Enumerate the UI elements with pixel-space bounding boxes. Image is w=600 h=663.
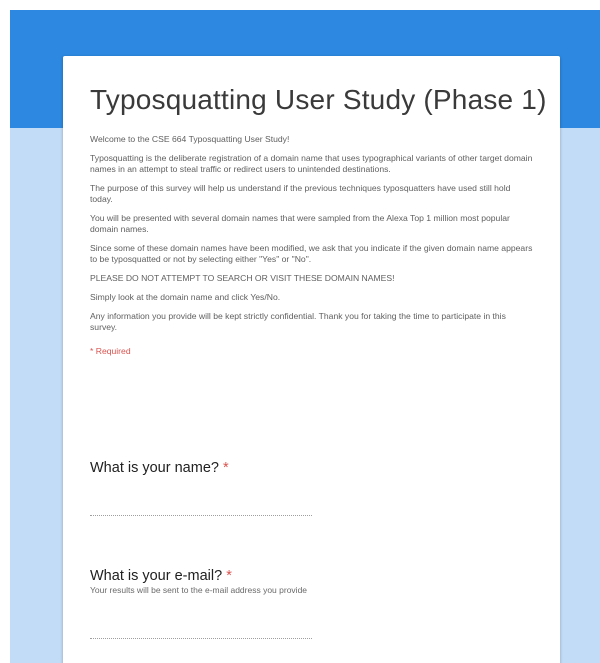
required-asterisk: * — [222, 460, 229, 476]
required-note: * Required — [90, 346, 131, 356]
question-label: What is your e-mail? — [90, 568, 223, 584]
description-paragraph: Welcome to the CSE 664 Typosquatting Use… — [90, 134, 290, 144]
description-paragraph: Simply look at the domain name and click… — [90, 292, 281, 302]
question-name: What is your name? * — [90, 460, 229, 476]
question-email: What is your e-mail? * Your results will… — [90, 568, 307, 595]
question-title: What is your e-mail? * — [90, 568, 307, 584]
question-help-text: Your results will be sent to the e-mail … — [90, 585, 308, 595]
form-title: Typosquatting User Study (Phase 1) — [90, 84, 547, 115]
page-background: Typosquatting User Study (Phase 1) Welco… — [10, 10, 600, 663]
email-input[interactable] — [90, 624, 312, 639]
description-paragraph: You will be presented with several domai… — [90, 213, 510, 234]
form-card: Typosquatting User Study (Phase 1) Welco… — [63, 56, 560, 663]
form-description: Welcome to the CSE 664 Typosquatting Use… — [90, 134, 534, 333]
description-paragraph: The purpose of this survey will help us … — [90, 183, 511, 204]
description-paragraph: Typosquatting is the deliberate registra… — [90, 153, 533, 174]
required-asterisk: * — [226, 568, 232, 584]
description-paragraph: Since some of these domain names have be… — [90, 243, 533, 264]
question-label: What is your name? — [90, 460, 219, 476]
description-paragraph: PLEASE DO NOT ATTEMPT TO SEARCH OR VISIT… — [90, 273, 395, 283]
name-input[interactable] — [90, 501, 312, 516]
question-title: What is your name? * — [90, 460, 229, 476]
description-paragraph: Any information you provide will be kept… — [90, 311, 506, 332]
